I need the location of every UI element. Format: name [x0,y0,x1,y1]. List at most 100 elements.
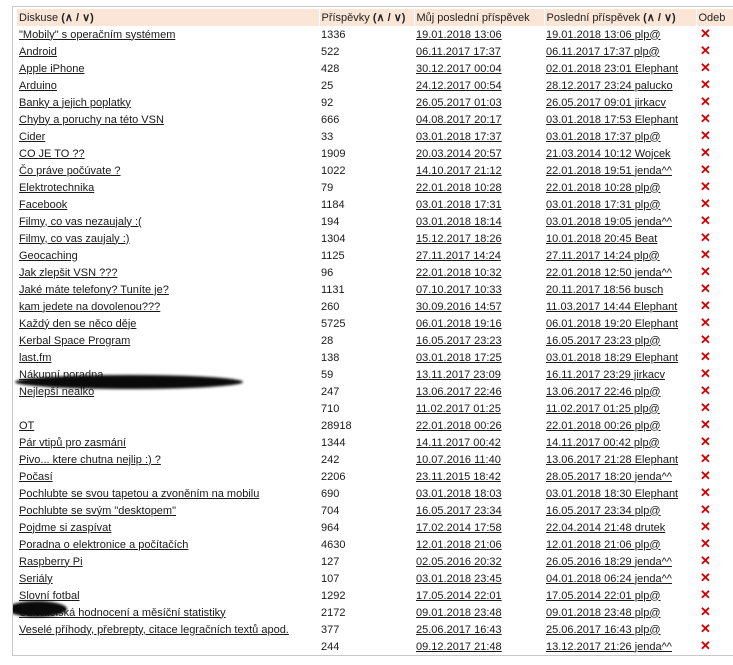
discussion-link[interactable]: Čo práve počúvate ? [19,165,121,177]
my-last-post-link[interactable]: 03.01.2018 17:31 [416,199,502,211]
last-post-link[interactable]: 12.01.2018 21:06 plp@ [546,539,661,551]
last-post-link[interactable]: 03.01.2018 17:53 Elephant [546,114,678,126]
my-last-post-link[interactable]: 06.11.2017 17:37 [416,46,501,58]
unsubscribe-x-icon[interactable]: ✕ [698,434,711,449]
last-post-link[interactable]: 16.11.2017 23:29 jirkacv [546,369,665,381]
unsubscribe-x-icon[interactable]: ✕ [698,332,711,347]
discussion-link[interactable]: Android [19,46,57,58]
discussion-link[interactable]: Elektrotechnika [19,182,94,194]
last-post-link[interactable]: 19.01.2018 13:06 plp@ [546,29,661,41]
last-post-link[interactable]: 03.01.2018 19:05 jenda^^ [546,216,672,228]
last-post-link[interactable]: 03.01.2018 17:37 plp@ [546,131,661,143]
last-post-link[interactable]: 22.01.2018 00:26 plp@ [546,420,661,432]
my-last-post-link[interactable]: 12.01.2018 21:06 [416,539,502,551]
my-last-post-link[interactable]: 15.12.2017 18:26 [416,233,502,245]
my-last-post-link[interactable]: 16.05.2017 23:23 [416,335,502,347]
last-post-link[interactable]: 06.11.2017 17:37 plp@ [546,46,660,58]
discussion-link[interactable]: Pochlubte se svým "desktopem" [19,505,176,517]
my-last-post-link[interactable]: 23.11.2015 18:42 [416,471,501,483]
my-last-post-link[interactable]: 03.01.2018 18:14 [416,216,502,228]
last-post-link[interactable]: 22.01.2018 12:50 jenda^^ [546,267,672,279]
discussion-link[interactable]: Filmy, co vas nezaujaly :( [19,216,142,228]
discussion-link[interactable]: Jak zlepšit VSN ??? [19,267,117,279]
last-post-link[interactable]: 06.01.2018 19:20 Elephant [546,318,678,330]
last-post-link[interactable]: 03.01.2018 18:29 Elephant [546,352,678,364]
my-last-post-link[interactable]: 07.10.2017 10:33 [416,284,502,296]
header-discussion[interactable]: Diskuse (∧ / ∨) [17,9,319,26]
unsubscribe-x-icon[interactable]: ✕ [698,485,711,500]
last-post-link[interactable]: 27.11.2017 14:24 plp@ [546,250,660,262]
unsubscribe-x-icon[interactable]: ✕ [698,162,711,177]
my-last-post-link[interactable]: 09.12.2017 21:48 [416,641,502,653]
my-last-post-link[interactable]: 02.05.2016 20:32 [416,556,502,568]
discussion-link[interactable]: Seriály [19,573,53,585]
discussion-link[interactable]: Každý den se něco děje [19,318,136,330]
unsubscribe-x-icon[interactable]: ✕ [698,587,711,602]
my-last-post-link[interactable]: 30.09.2016 14:57 [416,301,502,313]
unsubscribe-x-icon[interactable]: ✕ [698,417,711,432]
unsubscribe-x-icon[interactable]: ✕ [698,349,711,364]
discussion-link[interactable]: Geocaching [19,250,78,262]
my-last-post-link[interactable]: 30.12.2017 00:04 [416,63,502,75]
discussion-link[interactable]: Banky a jejich poplatky [19,97,131,109]
discussion-link[interactable]: Jaké máte telefony? Tuníte je? [19,284,169,296]
unsubscribe-x-icon[interactable]: ✕ [698,519,711,534]
last-post-link[interactable]: 26.05.2017 09:01 jirkacv [546,97,666,109]
unsubscribe-x-icon[interactable]: ✕ [698,468,711,483]
unsubscribe-x-icon[interactable]: ✕ [698,383,711,398]
discussion-link[interactable]: Apple iPhone [19,63,84,75]
my-last-post-link[interactable]: 17.02.2014 17:58 [416,522,502,534]
discussion-link[interactable]: last.fm [19,352,51,364]
last-post-link[interactable]: 13.12.2017 21:26 jenda^^ [546,641,672,653]
my-last-post-link[interactable]: 22.01.2018 00:26 [416,420,502,432]
last-post-link[interactable]: 28.05.2017 18:20 jenda^^ [546,471,672,483]
my-last-post-link[interactable]: 20.03.2014 20:57 [416,148,502,160]
discussion-link[interactable]: Chyby a poruchy na této VSN [19,114,164,126]
unsubscribe-x-icon[interactable]: ✕ [698,247,711,262]
last-post-link[interactable]: 14.11.2017 00:42 plp@ [546,437,660,449]
unsubscribe-x-icon[interactable]: ✕ [698,128,711,143]
header-posts[interactable]: Příspěvky (∧ / ∨) [318,9,414,26]
my-last-post-link[interactable]: 14.10.2017 21:12 [416,165,502,177]
header-last-post[interactable]: Poslední příspěvek (∧ / ∨) [543,9,696,26]
my-last-post-link[interactable]: 14.11.2017 00:42 [416,437,501,449]
sort-last-toggle[interactable]: (∧ / ∨) [643,12,676,24]
last-post-link[interactable]: 11.03.2017 14:44 Elephant [546,301,677,313]
discussion-link[interactable]: kam jedete na dovolenou??? [19,301,160,313]
unsubscribe-x-icon[interactable]: ✕ [698,179,711,194]
unsubscribe-x-icon[interactable]: ✕ [698,77,711,92]
my-last-post-link[interactable]: 10.07.2016 11:40 [416,454,501,466]
discussion-link[interactable]: Veselé příhody, přebrepty, citace legrač… [19,624,289,636]
my-last-post-link[interactable]: 22.01.2018 10:28 [416,182,502,194]
my-last-post-link[interactable]: 09.01.2018 23:48 [416,607,502,619]
discussion-link[interactable]: Pojdme si zaspívat [19,522,111,534]
last-post-link[interactable]: 25.06.2017 16:43 plp@ [546,624,661,636]
discussion-link[interactable]: OT [19,420,34,432]
my-last-post-link[interactable]: 16.05.2017 23:34 [416,505,502,517]
discussion-link[interactable]: Pochlubte se svou tapetou a zvoněním na … [19,488,259,500]
discussion-link[interactable]: Pivo... ktere chutna nejlip :) ? [19,454,161,466]
sort-discussion-toggle[interactable]: (∧ / ∨) [61,12,94,24]
discussion-link[interactable]: Cider [19,131,45,143]
discussion-link[interactable]: "Mobily" s operačním systémem [19,29,175,41]
last-post-link[interactable]: 11.02.2017 01:25 plp@ [546,403,660,415]
discussion-link[interactable]: Facebook [19,199,67,211]
unsubscribe-x-icon[interactable]: ✕ [698,655,711,656]
unsubscribe-x-icon[interactable]: ✕ [698,621,711,636]
my-last-post-link[interactable]: 22.01.2018 10:32 [416,267,502,279]
last-post-link[interactable]: 10.01.2018 20:45 Beat [546,233,657,245]
sort-posts-toggle[interactable]: (∧ / ∨) [373,12,406,24]
discussion-link[interactable]: Raspberry Pi [19,556,83,568]
discussion-link[interactable]: Poradna o elektronice a počítačích [19,539,188,551]
last-post-link[interactable]: 03.01.2018 17:31 plp@ [546,199,661,211]
my-last-post-link[interactable]: 04.08.2017 20:17 [416,114,502,126]
discussion-link[interactable]: Arduino [19,80,57,92]
last-post-link[interactable]: 16.05.2017 23:23 plp@ [546,335,661,347]
last-post-link[interactable]: 16.05.2017 23:34 plp@ [546,505,661,517]
last-post-link[interactable]: 17.05.2014 22:01 plp@ [546,590,661,602]
unsubscribe-x-icon[interactable]: ✕ [698,451,711,466]
my-last-post-link[interactable]: 03.01.2018 17:25 [416,352,502,364]
last-post-link[interactable]: 21.03.2014 10:12 Wojcek [546,148,671,160]
last-post-link[interactable]: 03.01.2018 18:30 Elephant [546,488,678,500]
my-last-post-link[interactable]: 27.11.2017 14:24 [416,250,501,262]
